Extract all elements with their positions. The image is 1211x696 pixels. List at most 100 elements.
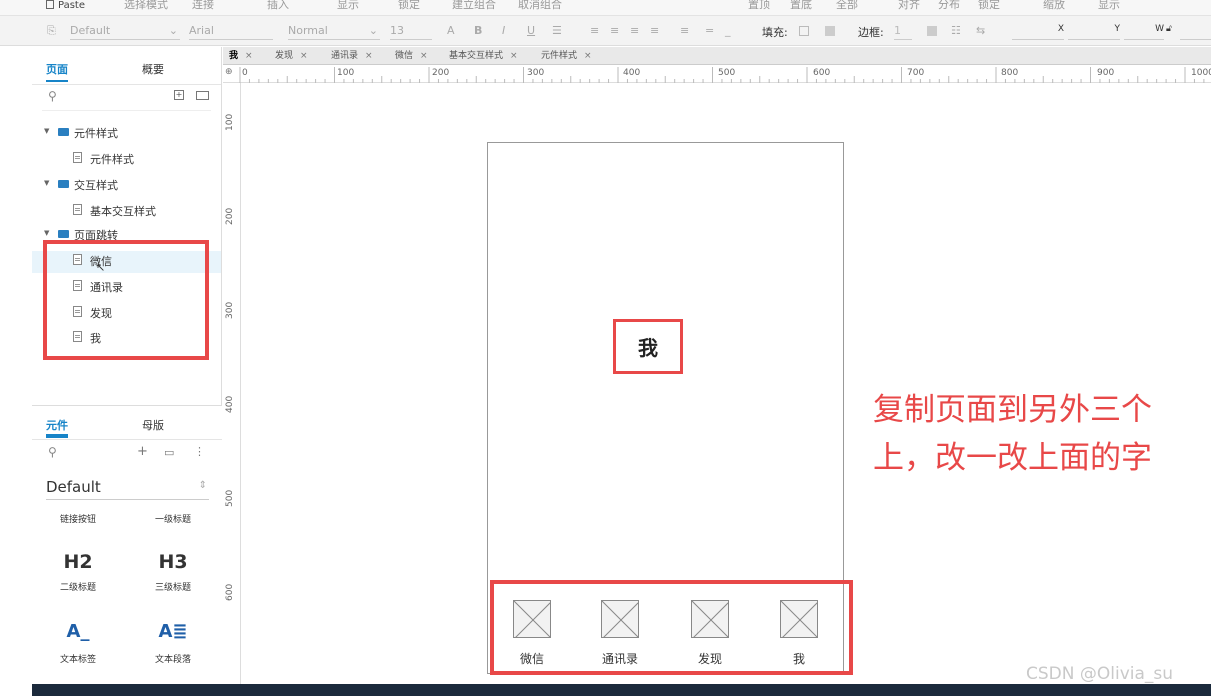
style-painter-icon[interactable]: ⎘ [47,24,56,38]
font-size-select[interactable]: 13 [390,24,432,40]
show-button[interactable]: 显示 [337,0,359,12]
doc-tab-discover[interactable]: 发现 × [271,47,312,65]
connect-button[interactable]: 连接 [192,0,214,12]
library-icon[interactable]: ▭ [164,446,174,459]
paste-button[interactable]: Paste [46,0,85,11]
tab-outline[interactable]: 概要 [142,61,164,77]
bold-icon[interactable]: B [474,24,482,37]
lock-ratio-icon[interactable]: 🔓︎ [1166,24,1172,34]
more-icon[interactable]: ⋮ [194,445,205,458]
distribute-button[interactable]: 分布 [938,0,960,12]
close-icon[interactable]: × [510,51,518,61]
search-icon[interactable]: ⚲ [48,89,57,103]
insert-button[interactable]: 插入 [267,0,289,12]
justify-icon[interactable]: ≡ [650,24,659,37]
widget-heading1[interactable]: 一级标题 [133,512,213,525]
style-toolbar: ⎘ Default ⌄ Arial Normal ⌄ 13 A B I U ☰ ≡ … [0,16,1211,46]
group-button[interactable]: 建立组合 [452,0,496,12]
font-weight-select[interactable]: Normal ⌄ [288,24,380,40]
h-input[interactable] [1180,24,1211,40]
expand-arrow-icon[interactable]: ▼ [44,127,49,135]
w-input[interactable]: W [1124,24,1164,40]
tab-item-me[interactable]: 我 [769,600,829,667]
align-left-icon[interactable]: ≡ [590,24,599,37]
widget-paragraph[interactable]: A≣ 文本段落 [133,621,213,665]
tab-item-discover[interactable]: 发现 [680,600,740,667]
expand-arrow-icon[interactable]: ▼ [44,179,49,187]
send-back-button[interactable]: 置底 [790,0,812,12]
h3-icon: H3 [158,551,188,573]
search-icon[interactable]: ⚲ [48,445,57,459]
bring-front-button[interactable]: 置顶 [748,0,770,12]
active-tab-indicator [46,434,68,436]
all-button[interactable]: 全部 [836,0,858,12]
tab-item-wechat[interactable]: 微信 [502,600,562,667]
doc-tab-basic-interaction[interactable]: 基本交互样式 × [445,47,522,65]
chevron-down-icon: ⌄ [368,24,378,37]
close-icon[interactable]: × [300,51,308,61]
widget-text-label[interactable]: A_ 文本标签 [38,621,118,665]
close-icon[interactable]: × [584,51,592,61]
x-input[interactable]: X [1012,24,1064,40]
image-placeholder-icon [513,600,551,638]
pages-search-row: ⚲ + [42,85,211,111]
style-select[interactable]: Default ⌄ [70,24,180,40]
close-icon[interactable]: × [365,51,373,61]
divider [32,439,222,440]
select-mode-button[interactable]: 选择模式 [124,0,168,12]
add-folder-icon[interactable] [196,91,209,100]
lock-button[interactable]: 锁定 [398,0,420,12]
italic-icon[interactable]: I [502,24,505,37]
folder-icon [58,128,69,136]
doc-tab-component-styles[interactable]: 元件样式 × [537,47,596,65]
align-right-icon[interactable]: ≡ [630,24,639,37]
widget-link-button[interactable]: 链接按钮 [38,512,118,525]
doc-tab-wechat[interactable]: 微信 × [391,47,432,65]
y-input[interactable]: Y [1068,24,1120,40]
expand-arrow-icon[interactable]: ▼ [44,229,49,237]
tab-masters[interactable]: 母版 [142,417,164,433]
font-select[interactable]: Arial [189,24,273,40]
ruler-ticks [239,67,1205,83]
zoom-button[interactable]: 缩放 [1043,0,1065,12]
border-arrow-icon[interactable]: ⇆ [976,24,985,37]
page-title-highlight[interactable]: 我 [613,319,683,374]
library-select[interactable]: Default ⇕ [46,478,209,500]
bullet-list-icon[interactable]: ☰ [552,24,562,37]
add-page-icon[interactable]: + [174,90,184,100]
valign-top-icon[interactable]: ≡ [680,24,689,37]
valign-bottom-icon[interactable]: _ [725,24,731,37]
tree-folder-component-styles[interactable]: ▼ 元件样式 [32,123,221,145]
tab-item-contacts[interactable]: 通讯录 [590,600,650,667]
widget-heading2[interactable]: H2 二级标题 [38,551,118,593]
font-color-icon[interactable]: A [447,24,455,37]
h2-icon: H2 [63,551,93,573]
tree-page-basic-interaction[interactable]: 基本交互样式 [32,201,221,223]
add-library-icon[interactable]: + [137,444,148,459]
vertical-ruler[interactable]: 100 200 300 400 500 600 [223,83,241,684]
border-color-swatch[interactable] [927,26,937,36]
close-icon[interactable]: × [245,51,253,61]
tree-page-component-styles[interactable]: 元件样式 [32,149,221,171]
ungroup-button[interactable]: 取消组合 [518,0,562,12]
lock2-button[interactable]: 锁定 [978,0,1000,12]
widget-heading3[interactable]: H3 三级标题 [133,551,213,593]
border-style-icon[interactable]: ☷ [951,24,961,37]
valign-middle-icon[interactable]: = [705,24,714,37]
display-button[interactable]: 显示 [1098,0,1120,12]
align-center-icon[interactable]: ≡ [610,24,619,37]
doc-tab-contacts[interactable]: 通讯录 × [327,47,377,65]
align-button[interactable]: 对齐 [898,0,920,12]
shadow-icon[interactable] [825,26,835,36]
border-width-input[interactable]: 1 [894,24,912,40]
doc-tab-me[interactable]: 我 × [225,47,257,65]
close-icon[interactable]: × [420,51,428,61]
tab-widgets[interactable]: 元件 [46,417,68,438]
underline-icon[interactable]: U [527,24,535,37]
fill-color-swatch[interactable] [799,26,809,36]
page-title: 我 [638,336,658,360]
horizontal-ruler[interactable]: ⊕ 0 100 200 300 400 500 600 700 800 900 … [223,65,1211,83]
tab-pages[interactable]: 页面 [46,61,68,82]
border-label: 边框: [858,26,884,39]
tree-folder-interaction-styles[interactable]: ▼ 交互样式 [32,175,221,197]
